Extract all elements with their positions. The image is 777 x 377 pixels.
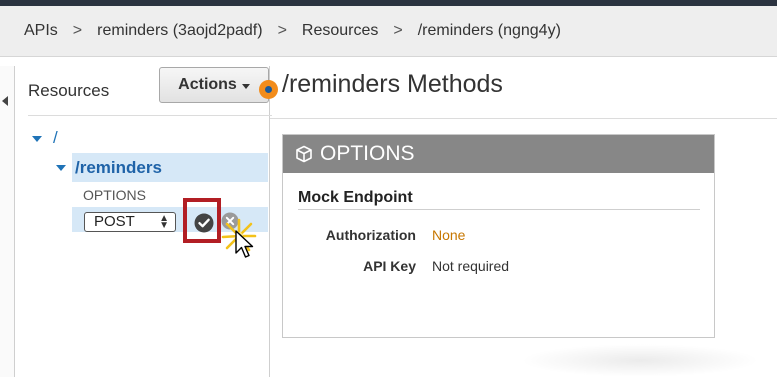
breadcrumb-resources[interactable]: Resources xyxy=(302,22,378,40)
breadcrumb: APIs > reminders (3aojd2padf) > Resource… xyxy=(0,6,777,57)
cube-icon xyxy=(296,145,312,163)
actions-button[interactable]: Actions xyxy=(159,67,269,103)
select-arrows-icon: ▲ ▼ xyxy=(159,213,169,231)
authorization-label: Authorization xyxy=(325,227,416,243)
card-divider xyxy=(298,209,700,210)
sidebar-collapse-strip[interactable] xyxy=(0,66,15,377)
page-title: /reminders Methods xyxy=(282,70,503,98)
breadcrumb-current-resource: /reminders (ngng4y) xyxy=(417,22,561,39)
method-card[interactable]: OPTIONS Mock Endpoint Authorization None… xyxy=(282,134,715,338)
method-card-header[interactable]: OPTIONS xyxy=(283,135,714,173)
breadcrumb-separator: > xyxy=(277,22,287,39)
caret-down-icon xyxy=(241,83,250,89)
api-key-label: API Key xyxy=(363,258,416,274)
check-circle-icon[interactable] xyxy=(194,213,214,233)
background-shadow xyxy=(520,344,760,377)
breadcrumb-separator: > xyxy=(72,22,83,39)
breadcrumb-separator: > xyxy=(393,22,403,39)
dot-icon xyxy=(259,80,278,99)
method-card-title: OPTIONS xyxy=(320,142,415,165)
api-key-value: Not required xyxy=(432,258,510,274)
tree-root[interactable]: / xyxy=(53,128,58,148)
title-divider xyxy=(270,118,777,119)
actions-button-label: Actions xyxy=(178,76,237,93)
authorization-value: None xyxy=(432,227,466,243)
method-select-value: POST xyxy=(94,213,135,230)
resources-header: Resources Actions xyxy=(28,66,272,116)
resources-title: Resources xyxy=(28,81,110,100)
caret-down-icon[interactable] xyxy=(56,165,66,171)
resources-panel: Resources Actions / /reminders OPTIONS P… xyxy=(15,66,272,377)
caret-down-icon[interactable] xyxy=(32,136,42,142)
tree-method-options[interactable]: OPTIONS xyxy=(83,187,146,203)
tree-item-reminders[interactable]: /reminders xyxy=(75,158,162,178)
method-select[interactable]: POST ▲ ▼ xyxy=(84,212,176,232)
integration-type: Mock Endpoint xyxy=(298,189,413,206)
chevron-left-icon[interactable] xyxy=(2,96,8,106)
mouse-pointer-icon xyxy=(235,230,254,258)
breadcrumb-apis[interactable]: APIs xyxy=(24,22,58,40)
breadcrumb-api[interactable]: reminders (3aojd2padf) xyxy=(97,22,262,40)
